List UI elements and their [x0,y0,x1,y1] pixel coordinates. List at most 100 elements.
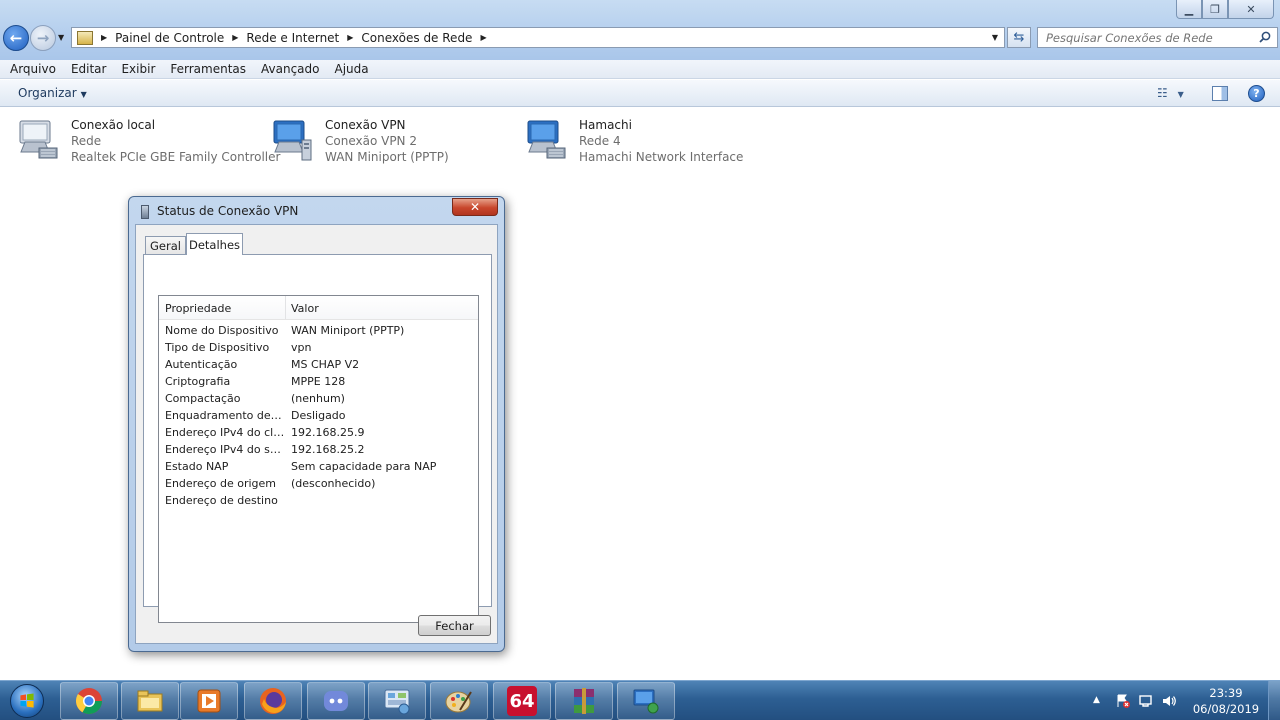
property-cell: Estado NAP [165,460,229,473]
table-row[interactable]: Endereço de origem (desconhecido) [159,476,478,493]
connection-device: Hamachi Network Interface [579,150,744,164]
menu-exibir[interactable]: Exibir [116,62,160,76]
column-divider[interactable] [285,296,286,319]
table-row[interactable]: Tipo de Dispositivo vpn [159,340,478,357]
property-cell: Endereço IPv4 do clie... [165,426,285,439]
breadcrumb-painel-de-controle[interactable]: Painel de Controle [115,31,224,45]
menu-arquivo[interactable]: Arquivo [5,62,61,76]
taskbar-button-paint[interactable] [430,682,488,720]
connection-device: Realtek PCIe GBE Family Controller [71,150,281,164]
chevron-right-icon[interactable]: ▶ [480,33,486,42]
table-row[interactable]: Endereço IPv4 do clie... 192.168.25.9 [159,425,478,442]
menu-ferramentas[interactable]: Ferramentas [165,62,251,76]
taskbar-button-network-connections[interactable] [617,682,675,720]
taskbar-button-chrome[interactable] [60,682,118,720]
table-row[interactable]: Autenticação MS CHAP V2 [159,357,478,374]
maximize-button[interactable]: ❐ [1202,0,1228,19]
arrow-left-icon: ← [9,29,23,47]
table-row[interactable]: Nome do Dispositivo WAN Miniport (PPTP) [159,323,478,340]
taskbar-button-media-player[interactable] [180,682,238,720]
table-row[interactable]: Criptografia MPPE 128 [159,374,478,391]
windows-logo-icon [10,684,44,718]
search-box[interactable] [1037,27,1278,48]
vpn-connection-icon [141,205,149,219]
show-hidden-icons-icon[interactable]: ▲ [1093,695,1100,705]
network-status-icon[interactable] [1138,693,1154,709]
column-header-property[interactable]: Propriedade [165,302,231,315]
preview-pane-button[interactable] [1212,86,1228,101]
change-view-button[interactable]: ☷ ▼ [1157,86,1193,102]
refresh-icon: ⇆ [1013,30,1025,45]
menu-editar[interactable]: Editar [66,62,112,76]
details-list[interactable]: Propriedade Valor Nome do Dispositivo WAN… [158,295,479,623]
taskbar-button-control-panel[interactable] [368,682,426,720]
dialog-close-button[interactable]: ✕ [452,198,498,216]
control-panel-icon [384,689,410,715]
value-cell: (desconhecido) [291,477,376,490]
recent-pages-dropdown[interactable]: ▼ [58,33,64,42]
show-desktop-button[interactable] [1268,681,1280,720]
taskbar-button-aida64[interactable]: 64 [493,682,551,720]
volume-icon[interactable] [1161,693,1177,709]
dialog-title: Status de Conexão VPN [157,204,299,218]
table-row[interactable]: Enquadramento de PP... Desligado [159,408,478,425]
aida64-icon: 64 [507,686,537,716]
chevron-right-icon[interactable]: ▶ [347,33,353,42]
organize-button[interactable]: Organizar ▼ [18,86,87,100]
fechar-button[interactable]: Fechar [418,615,491,636]
taskbar-button-explorer[interactable] [121,682,179,720]
start-button[interactable] [2,682,52,720]
action-center-icon[interactable] [1115,693,1131,709]
property-cell: Tipo de Dispositivo [165,341,270,354]
forward-button[interactable]: → [30,25,56,51]
breadcrumb-conexoes-de-rede[interactable]: Conexões de Rede [361,31,472,45]
table-row[interactable]: Endereço IPv4 do ser... 192.168.25.2 [159,442,478,459]
connection-network: Rede 4 [579,134,621,148]
chevron-right-icon[interactable]: ▶ [232,33,238,42]
search-icon[interactable] [1259,31,1271,43]
minimize-button[interactable]: ▁ [1176,0,1202,19]
chevron-down-icon: ▼ [80,90,87,99]
property-cell: Enquadramento de PP... [165,409,285,422]
taskbar-button-firefox[interactable] [244,682,302,720]
connection-item-vpn[interactable]: Conexão VPN Conexão VPN 2 WAN Miniport (… [271,116,521,168]
property-cell: Nome do Dispositivo [165,324,279,337]
chevron-down-icon[interactable]: ▼ [992,33,998,42]
refresh-button[interactable]: ⇆ [1007,27,1031,48]
aida64-label: 64 [509,690,535,712]
connection-item-hamachi[interactable]: Hamachi Rede 4 Hamachi Network Interface [525,116,775,168]
tab-geral[interactable]: Geral [145,236,186,255]
value-cell: 192.168.25.2 [291,443,365,456]
breadcrumb-rede-e-internet[interactable]: Rede e Internet [246,31,339,45]
connection-item-local[interactable]: Conexão local Rede Realtek PCIe GBE Fami… [17,116,280,168]
table-row[interactable]: Estado NAP Sem capacidade para NAP [159,459,478,476]
organize-label: Organizar [18,86,77,100]
view-details-icon: ☷ [1157,86,1168,100]
column-header-value[interactable]: Valor [291,302,319,315]
menu-ajuda[interactable]: Ajuda [330,62,374,76]
help-button[interactable]: ? [1248,85,1265,102]
control-panel-icon [77,30,93,45]
connection-name: Conexão local [71,118,156,132]
connection-network: Conexão VPN 2 [325,134,417,148]
network-connections-icon [633,689,659,714]
search-input[interactable] [1046,30,1256,45]
taskbar-button-winrar[interactable] [555,682,613,720]
network-adapter-icon [19,120,58,159]
menu-avancado[interactable]: Avançado [256,62,324,76]
address-bar[interactable]: ▶ Painel de Controle ▶ Rede e Internet ▶… [71,27,1005,48]
clock-date: 06/08/2019 [1192,702,1260,716]
table-row[interactable]: Endereço de destino [159,493,478,510]
tab-detalhes[interactable]: Detalhes [186,233,243,255]
close-window-button[interactable]: ✕ [1228,0,1274,19]
firefox-icon [260,688,286,714]
details-tab-panel: Propriedade Valor Nome do Dispositivo WAN… [143,254,492,623]
file-explorer-icon [137,690,163,712]
table-row[interactable]: Compactação (nenhum) [159,391,478,408]
system-clock[interactable]: 23:39 06/08/2019 [1188,685,1264,717]
chevron-right-icon[interactable]: ▶ [101,33,107,42]
property-cell: Endereço IPv4 do ser... [165,443,285,456]
back-button[interactable]: ← [3,25,29,51]
taskbar-button-discord[interactable] [307,682,365,720]
command-bar: Organizar ▼ ☷ ▼ ? [0,80,1280,107]
